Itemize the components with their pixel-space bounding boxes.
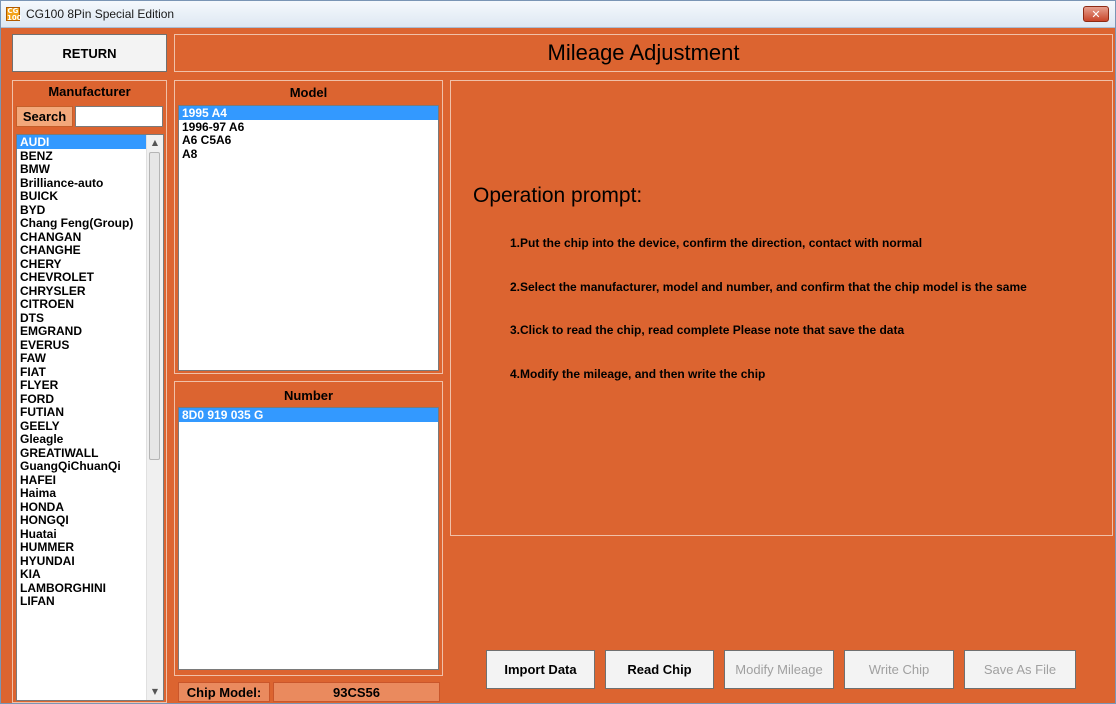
number-list[interactable]: 8D0 919 035 G [178,407,439,670]
manufacturer-list-item[interactable]: GREATIWALL [17,446,163,460]
manufacturer-list-item[interactable]: GEELY [17,419,163,433]
manufacturer-list-item[interactable]: FUTIAN [17,405,163,419]
manufacturer-list[interactable]: AUDI BENZ BMW Brilliance-auto BUICK BYD Chang … [16,134,164,701]
app-window: CG 100 CG100 8Pin Special Edition ✕ RETU… [0,0,1116,704]
model-list-item[interactable]: A8 [179,147,438,161]
manufacturer-list-item[interactable]: KIA [17,567,163,581]
model-list-item[interactable]: 1996-97 A6 [179,120,438,134]
scroll-down-icon[interactable]: ▼ [147,684,163,700]
manufacturer-list-item[interactable]: FLYER [17,378,163,392]
manufacturer-list-item[interactable]: Huatai [17,527,163,541]
manufacturer-list-item[interactable]: BYD [17,203,163,217]
manufacturer-list-item[interactable]: BMW [17,162,163,176]
manufacturer-list-item[interactable]: HAFEI [17,473,163,487]
manufacturer-list-item[interactable]: EMGRAND [17,324,163,338]
manufacturer-list-item[interactable]: CHANGHE [17,243,163,257]
model-heading: Model [289,85,328,100]
save-as-file-button[interactable]: Save As File [964,650,1076,689]
manufacturer-list-item[interactable]: Chang Feng(Group) [17,216,163,230]
manufacturer-list-item[interactable]: HONDA [17,500,163,514]
manufacturer-heading: Manufacturer [48,84,131,99]
modify-mileage-button[interactable]: Modify Mileage [724,650,834,689]
manufacturer-list-item[interactable]: LAMBORGHINI [17,581,163,595]
manufacturer-list-item[interactable]: HONGQI [17,513,163,527]
manufacturer-list-item[interactable]: BENZ [17,149,163,163]
manufacturer-scrollbar[interactable]: ▲ ▼ [146,135,163,700]
page-title: Mileage Adjustment [174,34,1113,72]
return-button[interactable]: RETURN [12,34,167,72]
manufacturer-list-item[interactable]: DTS [17,311,163,325]
scroll-up-icon[interactable]: ▲ [147,135,163,151]
manufacturer-list-item[interactable]: HYUNDAI [17,554,163,568]
manufacturer-list-item[interactable]: Gleagle [17,432,163,446]
number-heading: Number [283,388,334,403]
prompt-panel [450,80,1113,536]
manufacturer-list-item[interactable]: CHERY [17,257,163,271]
prompt-title: Operation prompt: [473,184,643,207]
manufacturer-list-item[interactable]: FAW [17,351,163,365]
search-label: Search [16,106,73,127]
prompt-step: 1.Put the chip into the device, confirm … [510,236,923,250]
manufacturer-list-item[interactable]: EVERUS [17,338,163,352]
prompt-step: 3.Click to read the chip, read complete … [510,323,905,337]
scroll-thumb[interactable] [149,152,160,460]
prompt-step: 4.Modify the mileage, and then write the… [510,367,766,381]
import-data-button[interactable]: Import Data [486,650,595,689]
manufacturer-list-item[interactable]: HUMMER [17,540,163,554]
manufacturer-list-item[interactable]: CHRYSLER [17,284,163,298]
chip-model-value: 93CS56 [273,682,440,702]
close-icon[interactable]: ✕ [1083,6,1109,22]
manufacturer-list-item[interactable]: AUDI [17,135,163,149]
model-list-item[interactable]: 1995 A4 [179,106,438,120]
read-chip-button[interactable]: Read Chip [605,650,714,689]
manufacturer-list-item[interactable]: Haima [17,486,163,500]
manufacturer-list-item[interactable]: FORD [17,392,163,406]
number-list-item[interactable]: 8D0 919 035 G [179,408,438,422]
write-chip-button[interactable]: Write Chip [844,650,954,689]
manufacturer-list-item[interactable]: Brilliance-auto [17,176,163,190]
window-title: CG100 8Pin Special Edition [26,7,175,21]
manufacturer-list-item[interactable]: LIFAN [17,594,163,608]
model-list-item[interactable]: A6 C5A6 [179,133,438,147]
manufacturer-list-item[interactable]: CITROEN [17,297,163,311]
manufacturer-list-item[interactable]: FIAT [17,365,163,379]
prompt-step: 2.Select the manufacturer, model and num… [510,280,1027,294]
chip-model-label: Chip Model: [178,682,270,702]
manufacturer-list-item[interactable]: BUICK [17,189,163,203]
search-input[interactable] [75,106,163,127]
model-list[interactable]: 1995 A4 1996-97 A6 A6 C5A6 A8 [178,105,439,371]
manufacturer-list-item[interactable]: CHEVROLET [17,270,163,284]
manufacturer-list-item[interactable]: CHANGAN [17,230,163,244]
app-icon: CG 100 [6,7,22,22]
manufacturer-list-item[interactable]: GuangQiChuanQi [17,459,163,473]
title-bar[interactable]: CG 100 CG100 8Pin Special Edition ✕ [1,1,1115,28]
